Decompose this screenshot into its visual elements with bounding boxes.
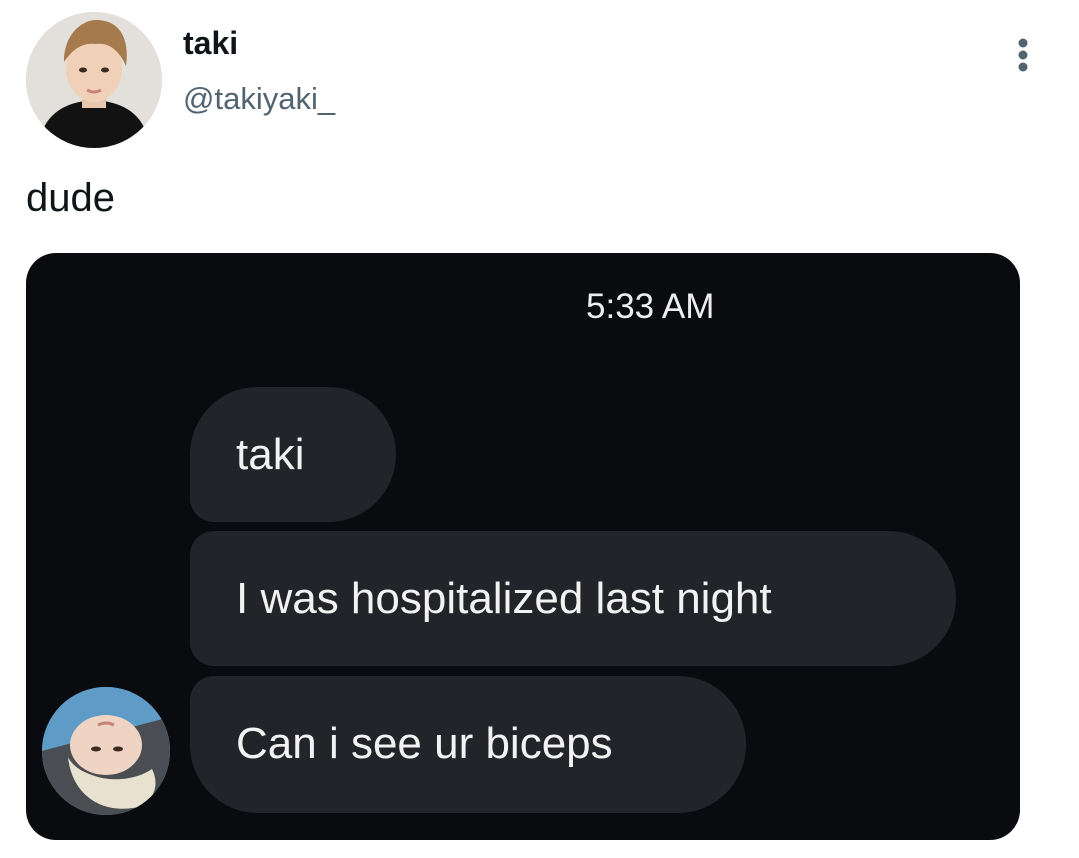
message-bubble: taki bbox=[190, 387, 396, 522]
message-text: I was hospitalized last night bbox=[236, 574, 772, 623]
tweet-media-screenshot[interactable]: 5:33 AM taki I was hospitalized last nig… bbox=[26, 253, 1020, 840]
message-timestamp: 5:33 AM bbox=[586, 287, 715, 326]
tweet-text: dude bbox=[26, 176, 115, 220]
sender-avatar bbox=[42, 687, 170, 815]
message-bubble: I was hospitalized last night bbox=[190, 531, 956, 666]
author-avatar[interactable] bbox=[26, 12, 162, 148]
more-vertical-icon bbox=[1018, 38, 1028, 72]
message-bubble: Can i see ur biceps bbox=[190, 676, 746, 813]
message-text: taki bbox=[236, 430, 305, 479]
more-options-button[interactable] bbox=[1006, 36, 1040, 76]
author-display-name[interactable]: taki bbox=[183, 24, 238, 62]
author-handle[interactable]: @takiyaki_ bbox=[183, 80, 335, 118]
user-avatar-icon bbox=[26, 12, 162, 148]
sender-avatar-icon bbox=[42, 687, 170, 815]
message-text: Can i see ur biceps bbox=[236, 719, 613, 768]
